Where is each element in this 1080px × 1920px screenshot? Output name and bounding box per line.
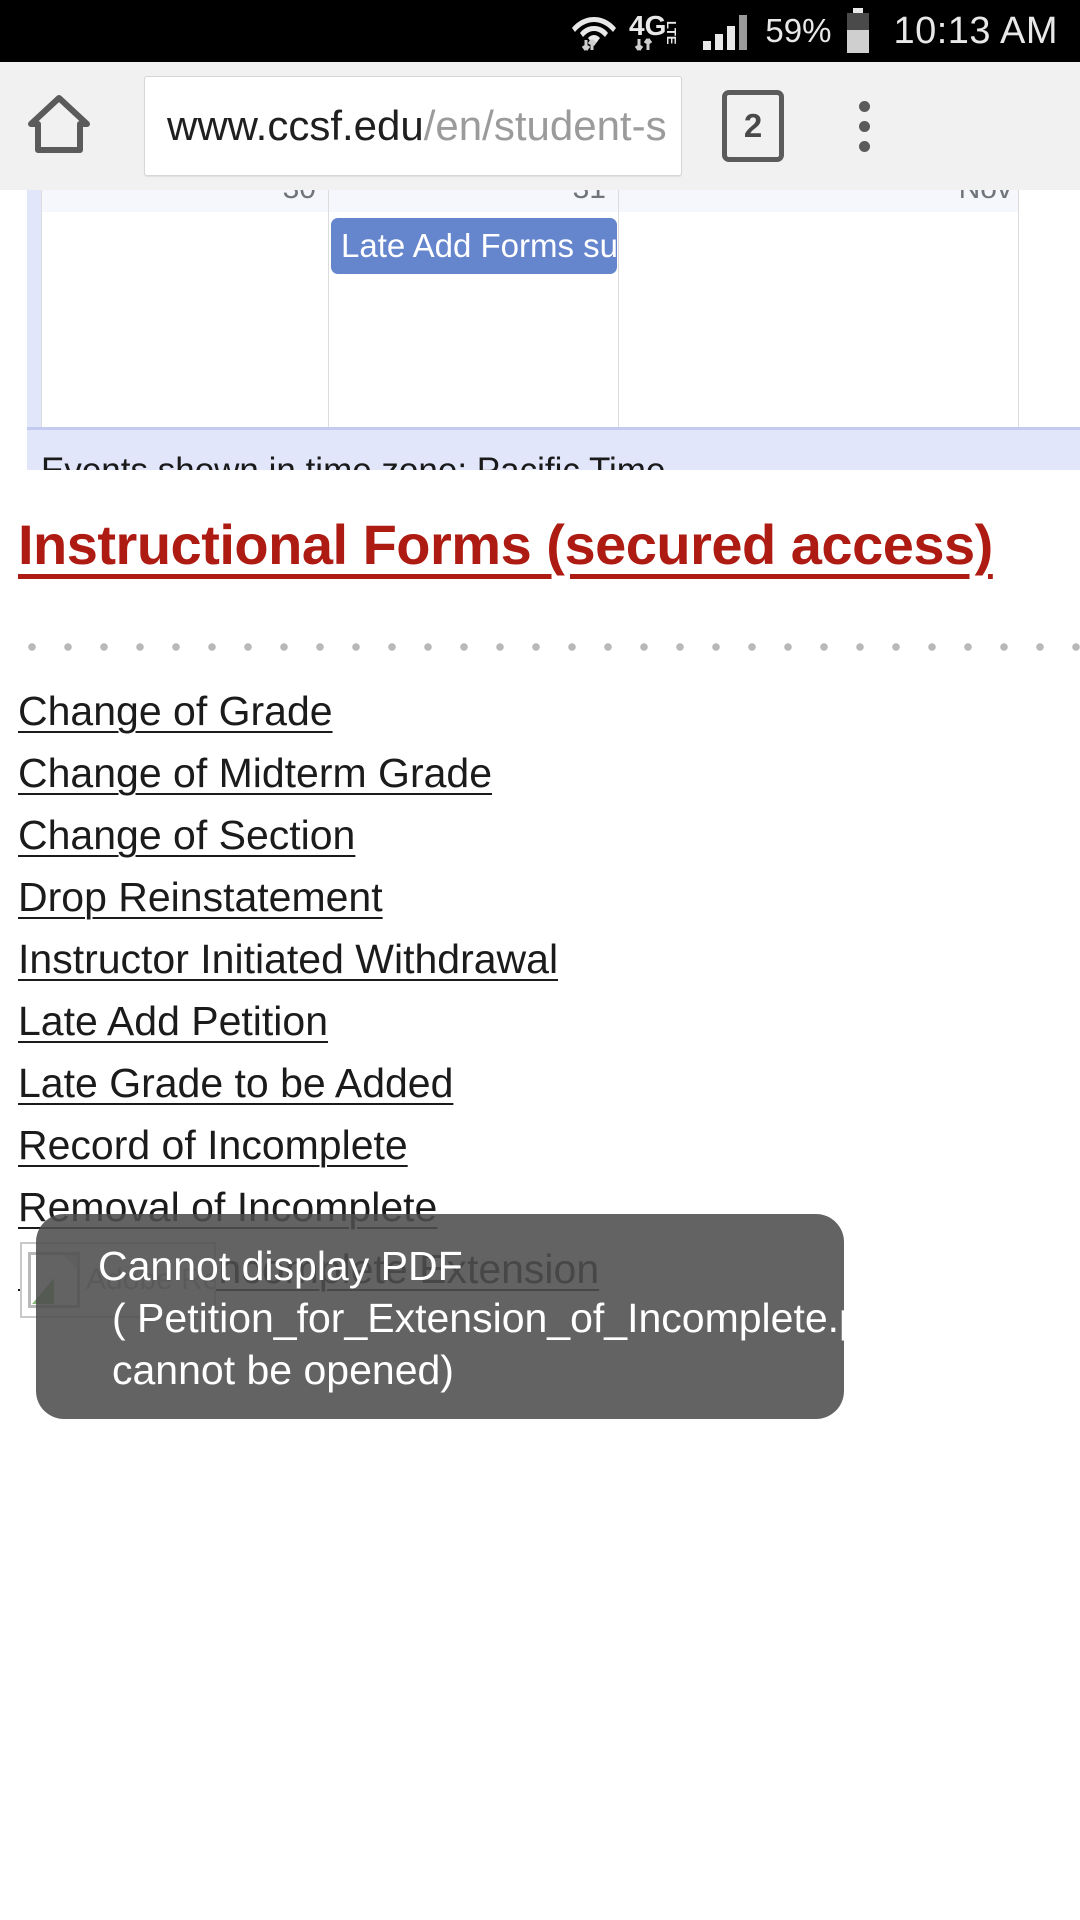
battery-icon (845, 8, 871, 54)
overflow-menu-icon-dot3 (858, 140, 870, 152)
url-host: www.ccsf.edu (167, 102, 424, 149)
home-icon (23, 88, 95, 165)
list-item: Late Add Petition (18, 998, 1068, 1060)
dotted-divider (14, 642, 1080, 652)
list-item: Change of Grade (18, 688, 1068, 750)
calendar-day-cell[interactable]: 31 Late Add Forms subm (329, 190, 619, 427)
calendar-day-cell[interactable]: 30 (41, 190, 329, 427)
calendar-embed[interactable]: 30 31 Late Add Forms subm Nov Events sho… (0, 190, 1080, 470)
link-change-of-grade[interactable]: Change of Grade (18, 688, 333, 735)
calendar-event-chip[interactable]: Late Add Forms subm (331, 218, 617, 274)
link-record-of-incomplete[interactable]: Record of Incomplete (18, 1122, 408, 1169)
calendar-day-number: Nov (959, 190, 1012, 206)
calendar-day-cell[interactable]: Nov (619, 190, 1019, 427)
link-change-of-midterm-grade[interactable]: Change of Midterm Grade (18, 750, 492, 797)
link-drop-reinstatement[interactable]: Drop Reinstatement (18, 874, 383, 921)
page-heading: Instructional Forms (secured access) (18, 513, 993, 576)
calendar-timezone-bar: Events shown in time zone: Pacific Time (27, 427, 1080, 470)
link-late-grade-to-be-added[interactable]: Late Grade to be Added (18, 1060, 453, 1107)
calendar-day-number: 30 (283, 190, 316, 206)
calendar-left-gutter (27, 190, 41, 427)
list-item: Instructor Initiated Withdrawal (18, 936, 1068, 998)
link-change-of-section[interactable]: Change of Section (18, 812, 355, 859)
tab-count-label: 2 (743, 107, 763, 144)
toast-line-1: Cannot display PDF (98, 1243, 463, 1289)
url-text: www.ccsf.edu/en/student-s (167, 102, 667, 150)
svg-text:4G: 4G (629, 10, 666, 41)
wifi-icon (571, 9, 617, 53)
link-instructor-initiated-withdrawal[interactable]: Instructor Initiated Withdrawal (18, 936, 558, 983)
list-item: Change of Midterm Grade (18, 750, 1068, 812)
status-bar: 4G LTE 59% 10:13 AM (0, 0, 1080, 62)
calendar-timezone-label: Events shown in time zone: Pacific Time (41, 451, 665, 470)
tab-switcher-button[interactable]: 2 (722, 90, 784, 162)
calendar-day-grid: 30 31 Late Add Forms subm Nov (41, 190, 1080, 427)
battery-percent-label: 59% (765, 12, 832, 49)
home-button[interactable] (0, 88, 118, 165)
svg-text:LTE: LTE (664, 21, 679, 45)
url-path: /en/student-s (423, 102, 667, 149)
toast-line-2: ( Petition_for_Extension_of_Incomplete.p… (112, 1295, 897, 1341)
signal-bars-icon (701, 9, 753, 53)
browser-toolbar: www.ccsf.edu/en/student-s 2 (0, 62, 1080, 190)
overflow-menu-icon-dot2 (858, 120, 870, 132)
toast-line-3: cannot be opened) (112, 1347, 454, 1393)
network-type-icon: 4G LTE (629, 9, 689, 53)
overflow-menu-icon (858, 100, 870, 112)
url-bar[interactable]: www.ccsf.edu/en/student-s (144, 76, 682, 176)
link-late-add-petition[interactable]: Late Add Petition (18, 998, 328, 1045)
list-item: Late Grade to be Added (18, 1060, 1068, 1122)
calendar-day-number: 31 (573, 190, 606, 206)
web-page-content: 30 31 Late Add Forms subm Nov Events sho… (0, 190, 1080, 1920)
status-bar-clock: 10:13 AM (893, 9, 1058, 52)
list-item: Change of Section (18, 812, 1068, 874)
phone-screen: 4G LTE 59% 10:13 AM www.ccsf.edu/en/stud… (0, 0, 1080, 1920)
overflow-menu-button[interactable] (832, 81, 896, 171)
toast-message: Cannot display PDF ( Petition_for_Extens… (36, 1214, 897, 1419)
list-item: Record of Incomplete (18, 1122, 1068, 1184)
list-item: Drop Reinstatement (18, 874, 1068, 936)
